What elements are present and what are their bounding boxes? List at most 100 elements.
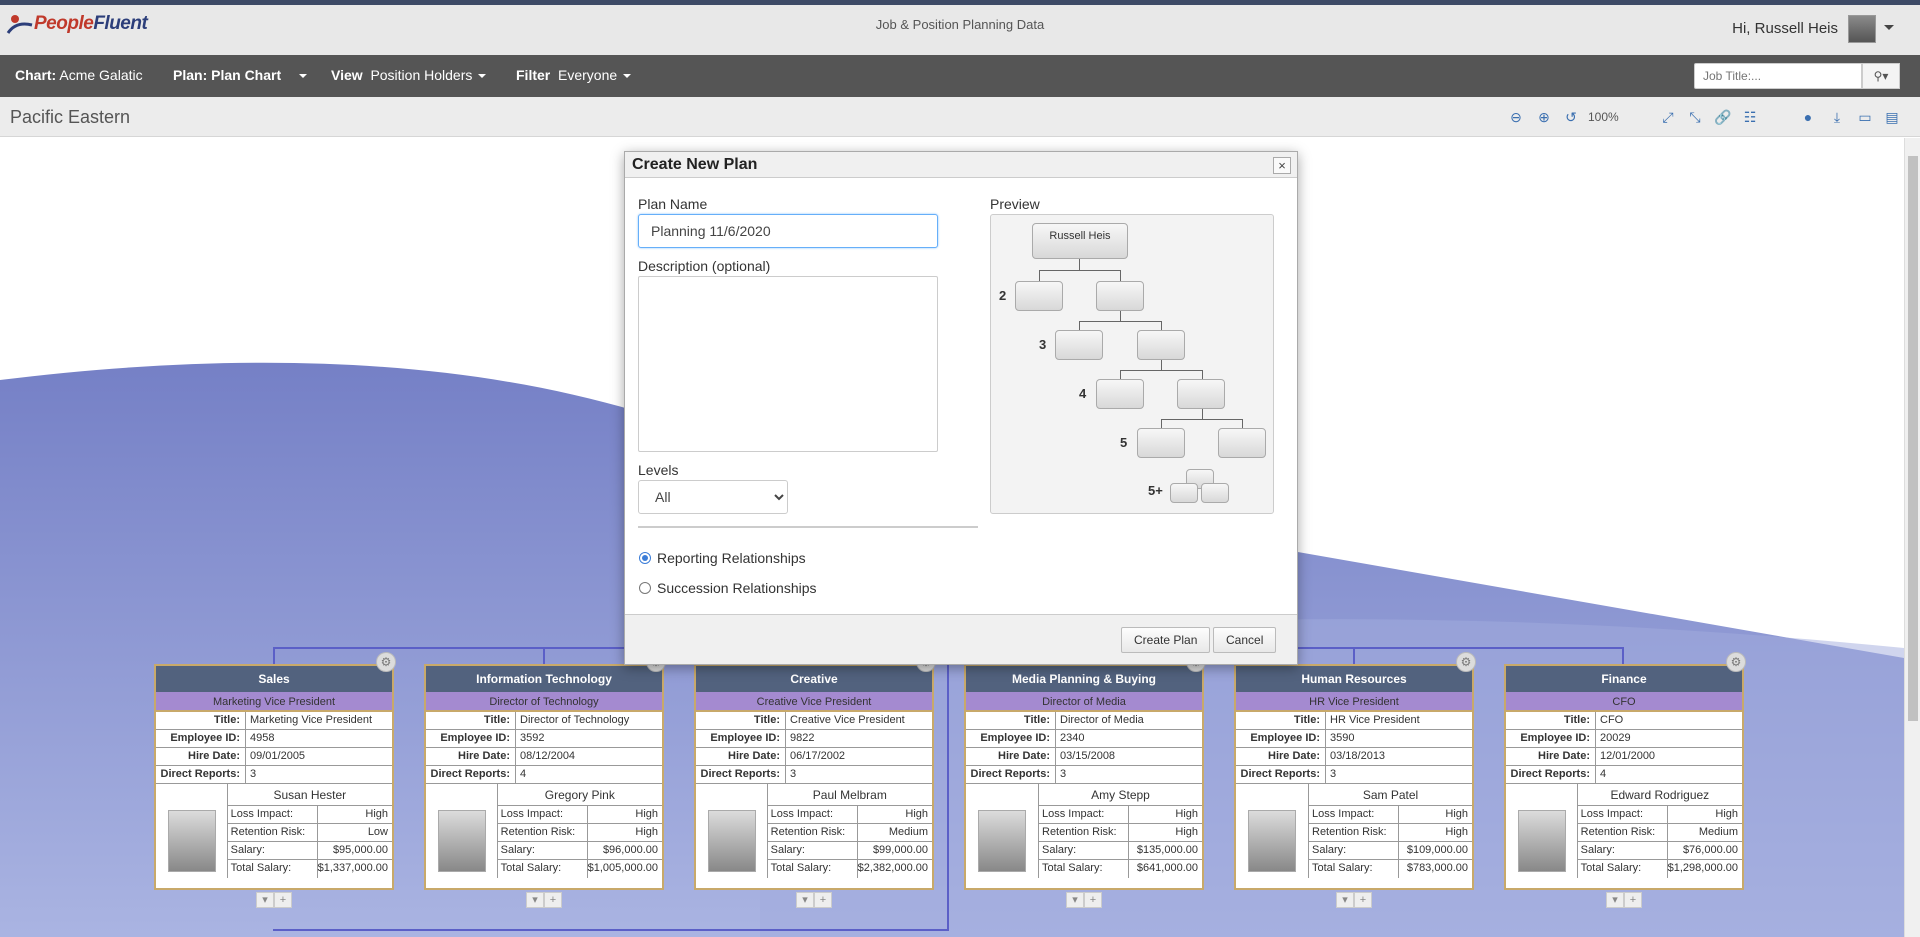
expand-down-icon[interactable]: ▾ — [256, 892, 274, 908]
plan-preview: Russell Heis 2 3 4 5 5+ — [990, 214, 1274, 514]
expand-down-icon[interactable]: ▾ — [796, 892, 814, 908]
levels-select[interactable]: All — [638, 480, 788, 514]
org-card[interactable]: ⚙ Media Planning & Buying Director of Me… — [964, 652, 1206, 908]
card-field-row: Direct Reports: 3 — [1236, 766, 1472, 784]
card-field-row: Title: CFO — [1506, 712, 1742, 730]
reporting-relationships-option[interactable]: Reporting Relationships — [639, 550, 806, 566]
radio-label: Reporting Relationships — [657, 550, 806, 566]
user-avatar[interactable] — [1848, 15, 1876, 43]
card-field-row: Hire Date: 03/18/2013 — [1236, 748, 1472, 766]
card-field-row: Employee ID: 20029 — [1506, 730, 1742, 748]
scrollbar-thumb[interactable] — [1908, 156, 1918, 721]
card-department: Media Planning & Buying — [966, 666, 1202, 692]
view-selector[interactable]: View Position Holders — [331, 67, 487, 83]
plan-name-label: Plan Name — [638, 196, 708, 212]
chart-selector[interactable]: Chart: Acme Galatic — [15, 67, 143, 83]
hierarchy-icon[interactable]: ☷ — [1742, 109, 1758, 125]
card-department: Sales — [156, 666, 392, 692]
stat-row: Total Salary: $641,000.00 — [1038, 860, 1202, 878]
preview-node — [1055, 330, 1103, 360]
preview-line — [1120, 370, 1202, 371]
card-field-row: Direct Reports: 3 — [966, 766, 1202, 784]
stat-row: Total Salary: $1,005,000.00 — [496, 860, 662, 878]
preview-label: Preview — [990, 196, 1040, 212]
person-name: Gregory Pink — [496, 784, 662, 806]
card-field-row: Employee ID: 2340 — [966, 730, 1202, 748]
card-position: Creative Vice President — [696, 692, 932, 712]
user-greeting[interactable]: Hi, Russell Heis — [1732, 20, 1838, 37]
stat-row: Retention Risk: Medium — [1576, 824, 1742, 842]
org-card[interactable]: ⚙ Human Resources HR Vice President Titl… — [1234, 652, 1476, 908]
nav-bar: Chart: Acme Galatic Plan: Plan Chart Vie… — [0, 55, 1920, 97]
org-card[interactable]: ⚙ Finance CFO Title: CFO Employee ID: 2002… — [1504, 652, 1746, 908]
dialog-title: Create New Plan — [632, 156, 758, 173]
stat-row: Total Salary: $2,382,000.00 — [766, 860, 932, 878]
export-icon[interactable]: ▤ — [1884, 109, 1900, 125]
preview-node — [1096, 281, 1144, 311]
card-field-row: Employee ID: 4958 — [156, 730, 392, 748]
expand-icon[interactable]: ⤢ — [1660, 109, 1676, 125]
stat-row: Loss Impact: High — [1576, 806, 1742, 824]
add-icon[interactable]: + — [1624, 892, 1642, 908]
create-plan-button[interactable]: Create Plan — [1121, 627, 1211, 653]
close-icon[interactable]: × — [1273, 157, 1291, 174]
link-icon[interactable]: 🔗 — [1714, 109, 1731, 125]
org-card[interactable]: ⚙ Creative Creative Vice President Title… — [694, 652, 936, 908]
divider — [638, 526, 978, 528]
avatar — [1518, 810, 1566, 872]
pdf-icon[interactable]: ▭ — [1857, 109, 1873, 125]
stat-row: Total Salary: $1,337,000.00 — [226, 860, 392, 878]
add-icon[interactable]: + — [1084, 892, 1102, 908]
cancel-button[interactable]: Cancel — [1213, 627, 1277, 653]
card-field-row: Employee ID: 3592 — [426, 730, 662, 748]
collapse-icon[interactable]: ⤡ — [1687, 109, 1703, 125]
stat-row: Retention Risk: High — [1038, 824, 1202, 842]
expand-down-icon[interactable]: ▾ — [526, 892, 544, 908]
person-name: Sam Patel — [1308, 784, 1472, 806]
expand-down-icon[interactable]: ▾ — [1606, 892, 1624, 908]
user-menu-caret-icon[interactable] — [1884, 25, 1894, 30]
card-field-row: Title: Director of Media — [966, 712, 1202, 730]
search-button[interactable]: ⚲▾ — [1862, 63, 1900, 89]
stat-row: Salary: $95,000.00 — [226, 842, 392, 860]
radio-button[interactable] — [639, 582, 651, 594]
person-name: Susan Hester — [226, 784, 392, 806]
org-card[interactable]: ⚙ Information Technology Director of Tec… — [424, 652, 666, 908]
stat-row: Total Salary: $1,298,000.00 — [1576, 860, 1742, 878]
card-field-row: Direct Reports: 4 — [426, 766, 662, 784]
gear-icon[interactable]: ⚙ — [1726, 652, 1746, 672]
download-icon[interactable]: ⤓ — [1829, 109, 1845, 125]
stat-row: Salary: $135,000.00 — [1038, 842, 1202, 860]
camera-icon[interactable]: ● — [1800, 109, 1816, 125]
zoom-out-icon[interactable]: ⊖ — [1508, 109, 1524, 125]
gear-icon[interactable]: ⚙ — [1456, 652, 1476, 672]
preview-root-node: Russell Heis — [1032, 223, 1128, 259]
add-icon[interactable]: + — [1354, 892, 1372, 908]
card-field-row: Direct Reports: 4 — [1506, 766, 1742, 784]
succession-relationships-option[interactable]: Succession Relationships — [639, 580, 817, 596]
job-title-search-input[interactable] — [1694, 63, 1862, 89]
reset-zoom-icon[interactable]: ↺ — [1563, 109, 1579, 125]
add-icon[interactable]: + — [544, 892, 562, 908]
plan-selector[interactable]: Plan: Plan Chart — [173, 67, 307, 83]
vertical-scrollbar[interactable] — [1904, 138, 1920, 937]
chevron-down-icon — [623, 74, 632, 79]
card-field-row: Hire Date: 12/01/2000 — [1506, 748, 1742, 766]
toolbar: Pacific Eastern ⊖ ⊕ ↺ 100% ⤢ ⤡ 🔗 ☷ ● ⤓ ▭… — [0, 97, 1920, 137]
org-card[interactable]: ⚙ Sales Marketing Vice President Title: M… — [154, 652, 396, 908]
expand-down-icon[interactable]: ▾ — [1336, 892, 1354, 908]
header-bar: PeopleFluent Job & Position Planning Dat… — [0, 5, 1920, 55]
description-textarea[interactable] — [638, 276, 938, 452]
preview-node — [1096, 379, 1144, 409]
preview-level-label: 3 — [1039, 337, 1047, 352]
add-icon[interactable]: + — [814, 892, 832, 908]
radio-button[interactable] — [639, 552, 651, 564]
plan-name-input[interactable] — [638, 214, 938, 248]
filter-selector[interactable]: Filter Everyone — [516, 67, 632, 83]
expand-down-icon[interactable]: ▾ — [1066, 892, 1084, 908]
zoom-in-icon[interactable]: ⊕ — [1536, 109, 1552, 125]
search-icon: ⚲▾ — [1873, 69, 1889, 83]
gear-icon[interactable]: ⚙ — [376, 652, 396, 672]
add-icon[interactable]: + — [274, 892, 292, 908]
avatar — [978, 810, 1026, 872]
